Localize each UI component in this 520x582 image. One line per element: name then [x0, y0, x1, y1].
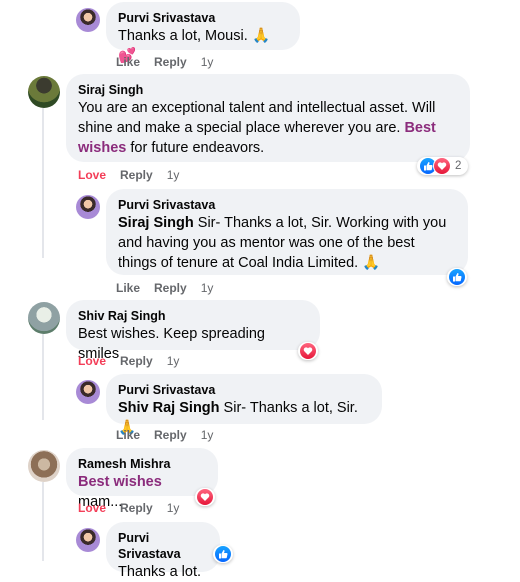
reaction-count: 2 — [455, 160, 462, 172]
comment-actions: Love Reply 1y — [78, 168, 179, 182]
comment-bubble: Ramesh Mishra Best wishes mam... — [66, 448, 218, 510]
avatar[interactable] — [76, 8, 100, 32]
hashtag-link[interactable]: Best wishes — [78, 474, 162, 490]
comment-text-main: Sir- Thanks a lot, Sir. — [223, 400, 358, 416]
avatar[interactable] — [28, 76, 60, 108]
comment-text: Thanks a lot, Mousi. — [118, 28, 248, 44]
avatar[interactable] — [28, 302, 60, 334]
comment-actions: Love Reply 1y — [78, 501, 179, 515]
reply-button[interactable]: Reply — [120, 168, 153, 182]
avatar[interactable] — [76, 528, 100, 552]
reaction-summary[interactable] — [447, 268, 467, 286]
mention-link[interactable]: Siraj Singh — [118, 215, 194, 231]
commenter-name[interactable]: Purvi Srivastava — [118, 382, 370, 398]
comment-bubble: Siraj Singh You are an exceptional talen… — [66, 74, 470, 162]
comment-bubble: Purvi Srivastava Thanks a lot. — [106, 522, 220, 580]
timestamp[interactable]: 1y — [201, 55, 214, 69]
reply-button[interactable]: Reply — [120, 501, 153, 515]
reply-button[interactable]: Reply — [120, 354, 153, 368]
reaction-summary[interactable]: 2 — [417, 157, 469, 175]
reaction-summary[interactable] — [195, 488, 215, 506]
reaction-summary[interactable] — [213, 545, 233, 563]
timestamp[interactable]: 1y — [167, 501, 180, 515]
comment-text: You are an exceptional talent and intell… — [78, 98, 458, 158]
comment-actions: Like Reply 1y — [116, 428, 213, 442]
avatar[interactable] — [28, 450, 60, 482]
commenter-name[interactable]: Purvi Srivastava — [118, 530, 208, 562]
thread-line — [42, 330, 44, 420]
comment-actions: Love Reply 1y — [78, 354, 179, 368]
comment-bubble: Purvi Srivastava Siraj Singh Sir- Thanks… — [106, 189, 468, 275]
comment-bubble: Purvi Srivastava Thanks a lot, Mousi. 🙏💕 — [106, 2, 300, 64]
comment-text-tail: for future endeavors. — [130, 140, 265, 156]
thread-line — [42, 108, 44, 258]
reply-button[interactable]: Reply — [154, 428, 187, 442]
comment-actions: Like Reply 1y — [116, 281, 213, 295]
comment-text-main: You are an exceptional talent and intell… — [78, 100, 436, 136]
reaction-summary[interactable] — [298, 342, 318, 360]
reply-button[interactable]: Reply — [154, 281, 187, 295]
like-reaction-icon — [215, 546, 231, 562]
comment-text: Siraj Singh Sir- Thanks a lot, Sir. Work… — [118, 213, 456, 273]
commenter-name[interactable]: Ramesh Mishra — [78, 456, 206, 472]
love-reaction-icon — [433, 157, 451, 175]
reply-button[interactable]: Reply — [154, 55, 187, 69]
love-button[interactable]: Love — [78, 168, 106, 182]
love-reaction-icon — [197, 489, 213, 505]
commenter-name[interactable]: Siraj Singh — [78, 82, 458, 98]
love-button[interactable]: Love — [78, 501, 106, 515]
thread-line — [42, 482, 44, 561]
commenter-name[interactable]: Purvi Srivastava — [118, 10, 288, 26]
avatar[interactable] — [76, 195, 100, 219]
comment-actions: Like Reply 1y — [116, 55, 213, 69]
comment-bubble: Shiv Raj Singh Best wishes. Keep spreadi… — [66, 300, 320, 362]
timestamp[interactable]: 1y — [167, 168, 180, 182]
timestamp[interactable]: 1y — [201, 428, 214, 442]
commenter-name[interactable]: Purvi Srivastava — [118, 197, 456, 213]
like-button[interactable]: Like — [116, 428, 140, 442]
commenter-name[interactable]: Shiv Raj Singh — [78, 308, 308, 324]
like-reaction-icon — [449, 269, 465, 285]
comment-text: Thanks a lot. — [118, 564, 202, 580]
comment-bubble: Purvi Srivastava Shiv Raj Singh Sir- Tha… — [106, 374, 382, 436]
avatar[interactable] — [76, 380, 100, 404]
emoji: 🙏 — [362, 255, 381, 271]
like-button[interactable]: Like — [116, 55, 140, 69]
mention-link[interactable]: Shiv Raj Singh — [118, 400, 220, 416]
like-button[interactable]: Like — [116, 281, 140, 295]
timestamp[interactable]: 1y — [201, 281, 214, 295]
timestamp[interactable]: 1y — [167, 354, 180, 368]
love-reaction-icon — [300, 343, 316, 359]
love-button[interactable]: Love — [78, 354, 106, 368]
